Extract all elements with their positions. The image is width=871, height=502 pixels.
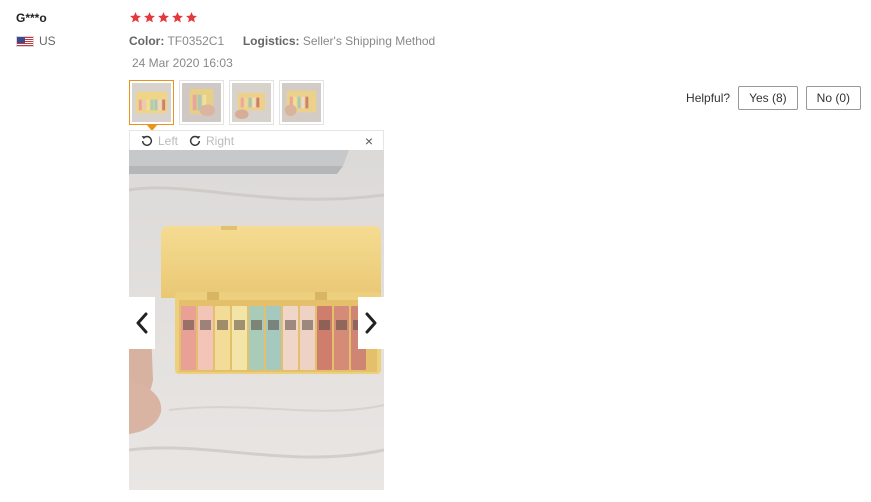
review-photo	[129, 150, 384, 490]
user-country: US	[16, 34, 56, 48]
helpful-no-button[interactable]: No (0)	[805, 86, 861, 110]
review-thumbnail[interactable]	[179, 80, 224, 125]
thumbnail-image	[282, 83, 321, 122]
rotate-left-label: Left	[158, 133, 179, 148]
review-meta: Color: TF0352C1 Logistics: Seller's Ship…	[129, 34, 435, 48]
review-thumbnail[interactable]	[279, 80, 324, 125]
chevron-left-icon	[136, 312, 148, 334]
rotate-right-label: Right	[206, 133, 235, 148]
star-icon	[186, 12, 197, 23]
star-icon	[172, 12, 183, 23]
star-icon	[158, 12, 169, 23]
rotate-right-button[interactable]: Right	[188, 134, 234, 148]
viewer-toolbar: Left Right ×	[129, 130, 384, 150]
helpful-section: Helpful? Yes (8) No (0)	[686, 86, 861, 110]
product-photo-image	[129, 150, 384, 490]
chevron-right-icon	[365, 312, 377, 334]
next-image-button[interactable]	[358, 297, 384, 349]
previous-image-button[interactable]	[129, 297, 155, 349]
close-icon[interactable]: ×	[365, 133, 373, 149]
star-icon	[130, 12, 141, 23]
logistics-value: Seller's Shipping Method	[302, 34, 436, 48]
star-icon	[144, 12, 155, 23]
review-user-name: G***o	[16, 11, 47, 25]
rotate-right-icon	[189, 135, 201, 146]
star-rating	[129, 11, 198, 24]
color-label: Color:	[129, 34, 165, 48]
thumbnail-image	[182, 83, 221, 122]
review-date: 24 Mar 2020 16:03	[132, 56, 233, 70]
review-thumbnail[interactable]	[229, 80, 274, 125]
color-value: TF0352C1	[167, 34, 225, 48]
logistics-label: Logistics:	[242, 34, 300, 48]
helpful-yes-button[interactable]: Yes (8)	[738, 86, 798, 110]
rotate-left-button[interactable]: Left	[140, 134, 178, 148]
user-country-code: US	[39, 34, 56, 48]
image-viewer: Left Right ×	[129, 130, 384, 490]
review-thumbnail[interactable]	[129, 80, 174, 131]
thumbnail-image	[132, 83, 171, 122]
helpful-label: Helpful?	[686, 91, 731, 105]
thumbnail-image	[232, 83, 271, 122]
review-thumbnails	[129, 80, 324, 131]
us-flag-icon	[16, 35, 34, 47]
rotate-left-icon	[141, 135, 153, 146]
